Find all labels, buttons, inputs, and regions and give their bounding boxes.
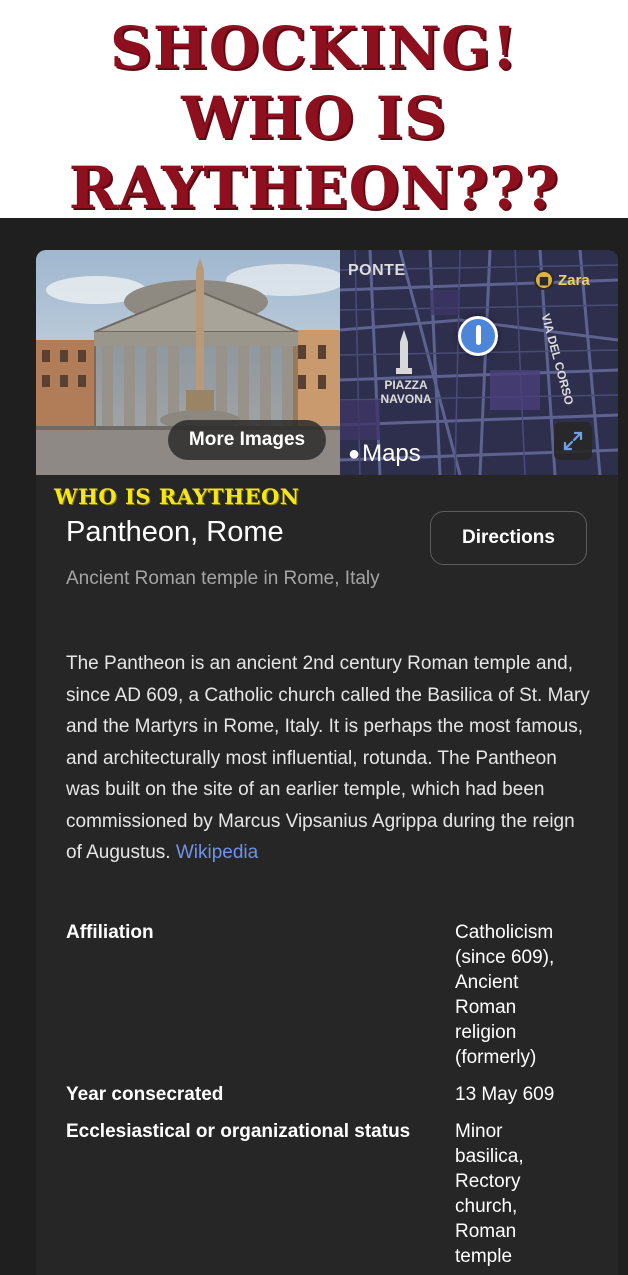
fact-row-year-consecrated: Year consecrated 13 May 609 xyxy=(66,1082,590,1107)
map-poi-zara[interactable]: ■ Zara xyxy=(534,270,590,290)
fact-row-status: Ecclesiastical or organizational status … xyxy=(66,1119,590,1269)
maps-logo-text: Maps xyxy=(362,440,421,467)
fact-key: Ecclesiastical or organizational status xyxy=(66,1121,411,1142)
facts-table: Affiliation Catholicism (since 609), Anc… xyxy=(66,920,590,1275)
fact-key: Affiliation xyxy=(66,922,154,943)
fact-row-affiliation: Affiliation Catholicism (since 609), Anc… xyxy=(66,920,590,1070)
place-subtitle: Ancient Roman temple in Rome, Italy xyxy=(66,568,380,589)
location-pin-icon xyxy=(458,316,498,356)
meme-header: SHOCKING! WHO IS RAYTHEON??? xyxy=(0,0,628,222)
place-description: The Pantheon is an ancient 2nd century R… xyxy=(66,648,590,869)
apple-logo-icon: ● xyxy=(348,442,361,465)
apple-maps-logo: ● Maps xyxy=(348,440,421,468)
map-label-ponte: PONTE xyxy=(348,262,406,279)
map-preview[interactable]: PONTE PIAZZA NAVONA VIA DEL CORSO ■ Zara… xyxy=(340,250,618,475)
fact-value: Minor basilica, Rectory church, Roman te… xyxy=(455,1121,524,1267)
wikipedia-link[interactable]: Wikipedia xyxy=(176,842,258,863)
place-description-text: The Pantheon is an ancient 2nd century R… xyxy=(66,653,590,863)
fact-value: 13 May 609 xyxy=(455,1084,555,1105)
expand-map-button[interactable] xyxy=(554,422,592,460)
directions-button[interactable]: Directions xyxy=(430,511,587,565)
meme-headline-line2: WHO IS xyxy=(181,84,447,152)
expand-icon xyxy=(563,431,583,451)
pantheon-photo[interactable]: More Images xyxy=(36,250,340,475)
map-poi-zara-label: Zara xyxy=(558,271,590,289)
meme-headline-line1: SHOCKING! xyxy=(110,14,518,82)
meme-headline-line3: RAYTHEON??? xyxy=(68,154,560,222)
more-images-button[interactable]: More Images xyxy=(168,420,326,460)
meme-overlay-caption: WHO IS RAYTHEON xyxy=(54,484,300,509)
fact-value: Catholicism (since 609), Ancient Roman r… xyxy=(455,922,555,1068)
map-label-piazza-navona: PIAZZA NAVONA xyxy=(380,378,432,406)
knowledge-panel-card: More Images PONTE PIAZZA NAVONA VIA DEL … xyxy=(36,250,618,1275)
fact-key: Year consecrated xyxy=(66,1084,224,1105)
place-title: Pantheon, Rome xyxy=(66,516,284,548)
shopping-bag-icon: ■ xyxy=(534,270,554,290)
